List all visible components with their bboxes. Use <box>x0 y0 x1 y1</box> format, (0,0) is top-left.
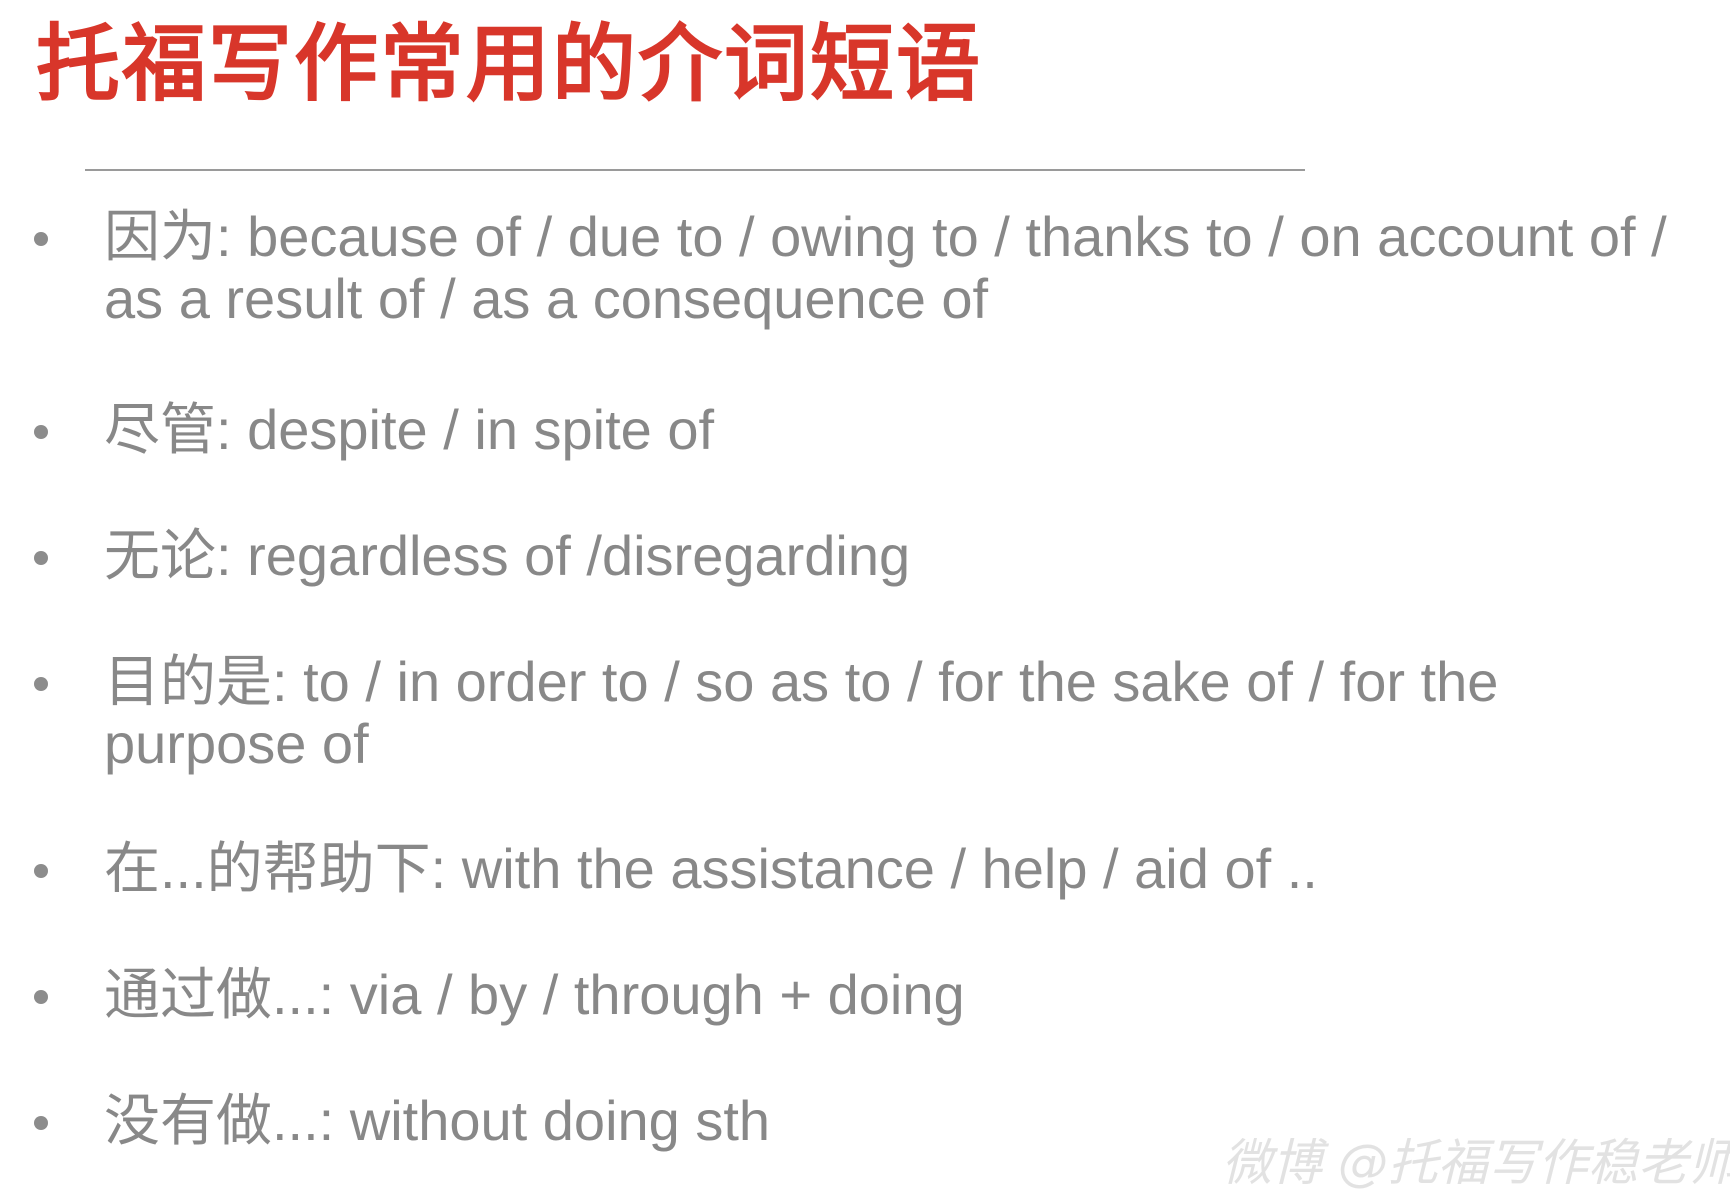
bullet-icon <box>34 990 48 1004</box>
list-item-text: 通过做...: via / by / through + doing <box>104 963 965 1026</box>
list-item-text: 因为: because of / due to / owing to / tha… <box>104 205 1667 330</box>
bullet-icon <box>34 425 48 439</box>
slide-title: 托福写作常用的介词短语 <box>36 15 983 113</box>
watermark: 微博 @托福写作稳老师 <box>1222 1134 1730 1192</box>
title-divider <box>85 169 1305 171</box>
bullet-icon <box>34 1116 48 1130</box>
bullet-icon <box>34 551 48 565</box>
bullet-icon <box>34 864 48 878</box>
bullet-icon <box>34 677 48 691</box>
list-item-text: 目的是: to / in order to / so as to / for t… <box>104 650 1499 775</box>
bullet-icon <box>34 232 48 246</box>
list-item-text: 在...的帮助下: with the assistance / help / a… <box>104 837 1318 900</box>
list-item-text: 尽管: despite / in spite of <box>104 398 715 461</box>
list-item-text: 无论: regardless of /disregarding <box>104 524 911 587</box>
